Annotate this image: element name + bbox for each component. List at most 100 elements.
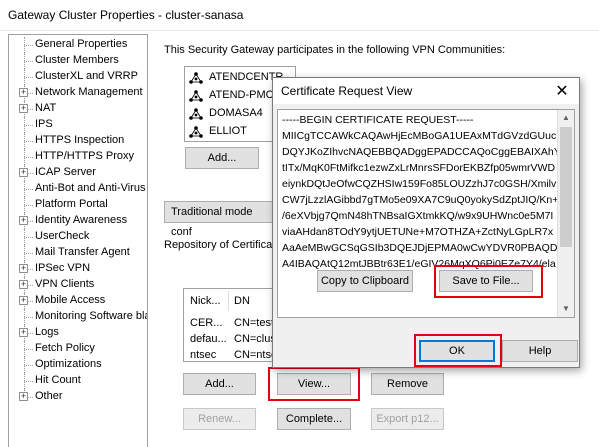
tree-line xyxy=(24,349,33,350)
window-title-bar: Gateway Cluster Properties - cluster-san… xyxy=(0,0,599,31)
tree-item[interactable]: Optimizations xyxy=(9,357,147,373)
certificate-line: DQYJKoZIhvcNAQEBBQADggEPADCCAQoCggEBAIXA… xyxy=(282,146,561,158)
vpn-community-icon xyxy=(189,90,203,102)
dialog-title-bar[interactable]: Certificate Request View ✕ xyxy=(273,78,579,104)
scroll-up-icon[interactable]: ▲ xyxy=(558,110,574,126)
highlight-ok xyxy=(414,334,502,367)
expand-icon[interactable]: + xyxy=(19,392,28,401)
tree-item[interactable]: + Logs xyxy=(9,325,147,341)
help-button[interactable]: Help xyxy=(502,340,578,362)
tree-line xyxy=(24,45,33,46)
tree-item-label: Optimizations xyxy=(35,358,102,370)
tree-item-label: Other xyxy=(35,390,63,402)
certificate-line: /6eXVbjg7QmN48hTNBsaIGXtmkKQ/w9x9UHWnc0e… xyxy=(282,210,554,222)
tree-line xyxy=(24,77,33,78)
certificate-line: -----BEGIN CERTIFICATE REQUEST----- xyxy=(282,114,474,126)
tree-item[interactable]: Hit Count xyxy=(9,373,147,389)
community-name: ELLIOT xyxy=(209,125,247,137)
tree-item[interactable]: + Network Management xyxy=(9,85,147,101)
communities-label: This Security Gateway participates in th… xyxy=(164,44,506,56)
add-community-button[interactable]: Add... xyxy=(185,147,259,169)
add-certificate-button[interactable]: Add... xyxy=(183,373,256,395)
tree-item[interactable]: + IPSec VPN xyxy=(9,261,147,277)
tree-line xyxy=(24,365,33,366)
community-name: DOMASA4 xyxy=(209,107,263,119)
certificate-line: AaAeMBwGCSqGSIb3DQEJDjEPMA0wCwYDVR0PBAQD… xyxy=(282,242,565,254)
tree-line xyxy=(24,125,33,126)
tree-line xyxy=(24,157,33,158)
scroll-down-icon[interactable]: ▼ xyxy=(558,301,574,317)
column-header-nick[interactable]: Nick... xyxy=(190,289,221,313)
tree-item[interactable]: Anti-Bot and Anti-Virus xyxy=(9,181,147,197)
dialog-title: Certificate Request View xyxy=(281,84,413,98)
tree-item[interactable]: + NAT xyxy=(9,101,147,117)
tree-item-label: Mobile Access xyxy=(35,294,106,306)
tree-line xyxy=(24,381,33,382)
table-cell-nick[interactable]: ntsec xyxy=(190,349,216,361)
expand-icon[interactable]: + xyxy=(19,88,28,97)
column-header-dn[interactable]: DN xyxy=(234,289,250,313)
tree-item[interactable]: + Mobile Access xyxy=(9,293,147,309)
expand-icon[interactable]: + xyxy=(19,328,28,337)
expand-icon[interactable]: + xyxy=(19,216,28,225)
tree-item-label: Fetch Policy xyxy=(35,342,95,354)
expand-icon[interactable]: + xyxy=(19,296,28,305)
traditional-mode-button[interactable]: Traditional mode conf xyxy=(164,201,276,238)
tree-item[interactable]: ClusterXL and VRRP xyxy=(9,69,147,85)
tree-item[interactable]: HTTPS Inspection xyxy=(9,133,147,149)
vertical-scrollbar[interactable]: ▲ ▼ xyxy=(557,110,574,317)
tree-line xyxy=(24,253,33,254)
complete-button[interactable]: Complete... xyxy=(277,408,351,430)
scroll-thumb[interactable] xyxy=(560,127,572,247)
renew-button[interactable]: Renew... xyxy=(183,408,256,430)
table-cell-nick[interactable]: defau... xyxy=(190,333,227,345)
tree-item-label: Platform Portal xyxy=(35,198,108,210)
tree-item[interactable]: + Identity Awareness xyxy=(9,213,147,229)
tree-item-label: Cluster Members xyxy=(35,54,119,66)
table-cell-nick[interactable]: CER... xyxy=(190,317,222,329)
tree-item-label: Logs xyxy=(35,326,59,338)
tree-item[interactable]: + VPN Clients xyxy=(9,277,147,293)
tree-item-label: General Properties xyxy=(35,38,128,50)
tree-item[interactable]: Cluster Members xyxy=(9,53,147,69)
tree-item[interactable]: Monitoring Software bla xyxy=(9,309,148,325)
copy-to-clipboard-button[interactable]: Copy to Clipboard xyxy=(317,270,413,292)
tree-item[interactable]: Platform Portal xyxy=(9,197,147,213)
tree-item-label: Mail Transfer Agent xyxy=(35,246,130,258)
tree-item[interactable]: UserCheck xyxy=(9,229,147,245)
tree-item[interactable]: HTTP/HTTPS Proxy xyxy=(9,149,147,165)
certificate-line: viaAHdan8TOdY9ytjUETUNe+M7OTHZA+ZctNyLGp… xyxy=(282,226,554,238)
expand-icon[interactable]: + xyxy=(19,264,28,273)
tree-item-label: Anti-Bot and Anti-Virus xyxy=(35,182,146,194)
expand-icon[interactable]: + xyxy=(19,168,28,177)
vpn-community-icon xyxy=(189,72,203,84)
tree-item[interactable]: + Other xyxy=(9,389,147,405)
table-cell-dn[interactable]: CN=test xyxy=(234,317,274,329)
tree-item-label: IPS xyxy=(35,118,53,130)
column-divider xyxy=(228,291,229,311)
tree-item[interactable]: Fetch Policy xyxy=(9,341,147,357)
tree-item[interactable]: Mail Transfer Agent xyxy=(9,245,147,261)
tree-item-label: IPSec VPN xyxy=(35,262,91,274)
expand-icon[interactable]: + xyxy=(19,104,28,113)
tree-item[interactable]: IPS xyxy=(9,117,147,133)
certificate-line: CW7jLzzlAGibbd7gTMo5e09XA7C9uQ0yokySdZpt… xyxy=(282,194,559,206)
tree-item-label: VPN Clients xyxy=(35,278,95,290)
tree-item-label: Monitoring Software bla xyxy=(35,310,148,322)
tree-item-label: UserCheck xyxy=(35,230,90,242)
tree-item[interactable]: + ICAP Server xyxy=(9,165,147,181)
remove-certificate-button[interactable]: Remove xyxy=(371,373,444,395)
export-p12-button[interactable]: Export p12... xyxy=(371,408,444,430)
expand-icon[interactable]: + xyxy=(19,280,28,289)
tree-line xyxy=(24,61,33,62)
table-cell-dn[interactable]: CN=clus xyxy=(234,333,276,345)
certificate-request-dialog: Certificate Request View ✕ -----BEGIN CE… xyxy=(272,77,580,368)
highlight-view xyxy=(268,367,360,401)
tree-item[interactable]: General Properties xyxy=(9,37,147,53)
close-icon[interactable]: ✕ xyxy=(553,81,571,101)
properties-tree[interactable]: General Properties Cluster Members Cluster… xyxy=(8,34,148,447)
window-title: Gateway Cluster Properties - cluster-san… xyxy=(8,8,244,22)
tree-line xyxy=(24,237,33,238)
tree-item-label: Hit Count xyxy=(35,374,81,386)
table-cell-dn[interactable]: CN=ntse xyxy=(234,349,277,361)
